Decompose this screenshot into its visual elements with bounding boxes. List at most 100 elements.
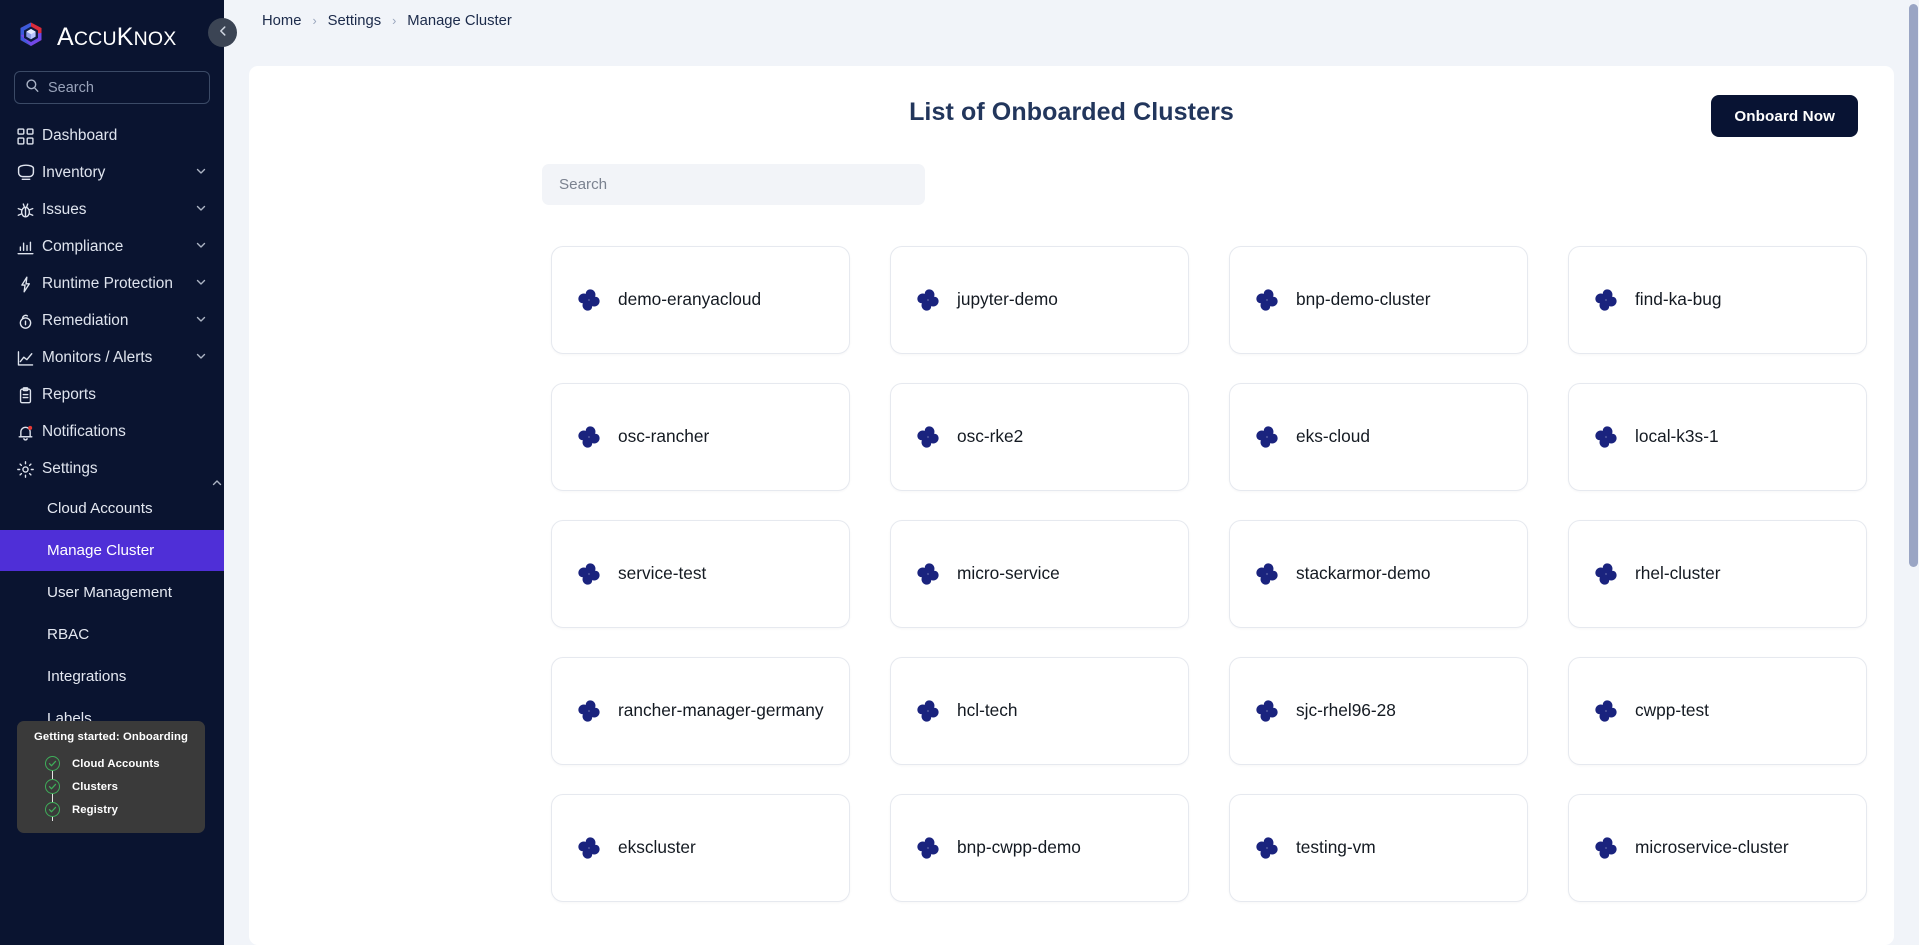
- breadcrumb-item-home[interactable]: Home: [262, 13, 301, 29]
- sidebar-subitem-rbac[interactable]: RBAC: [0, 614, 224, 655]
- line-chart-icon: [16, 349, 42, 368]
- cluster-card[interactable]: rhel-cluster: [1568, 520, 1867, 628]
- cluster-pinwheel-icon: [913, 696, 943, 726]
- breadcrumb-separator-icon: ›: [312, 13, 317, 28]
- sidebar-item-compliance[interactable]: Compliance: [0, 229, 224, 265]
- sidebar-item-label: Notifications: [42, 423, 126, 440]
- cluster-name: osc-rancher: [618, 426, 710, 447]
- cluster-card[interactable]: rancher-manager-germany: [551, 657, 850, 765]
- cluster-card[interactable]: micro-service: [890, 520, 1189, 628]
- sidebar-item-inventory[interactable]: Inventory: [0, 155, 224, 191]
- sidebar-item-issues[interactable]: Issues: [0, 192, 224, 228]
- sidebar-item-monitors-alerts[interactable]: Monitors / Alerts: [0, 340, 224, 376]
- page-scrollbar-thumb[interactable]: [1909, 4, 1918, 567]
- breadcrumb-item-settings[interactable]: Settings: [328, 13, 381, 29]
- chevron-down-icon[interactable]: [194, 238, 210, 257]
- brand[interactable]: ACCUKNOX: [0, 0, 224, 58]
- cluster-card[interactable]: microservice-cluster: [1568, 794, 1867, 902]
- sidebar-item-label: Remediation: [42, 312, 129, 329]
- cluster-card[interactable]: bnp-cwpp-demo: [890, 794, 1189, 902]
- check-circle-icon: [45, 779, 60, 794]
- cluster-pinwheel-icon: [913, 833, 943, 863]
- cluster-card[interactable]: find-ka-bug: [1568, 246, 1867, 354]
- page-scrollbar-track[interactable]: [1906, 0, 1919, 945]
- cluster-pinwheel-icon: [1591, 422, 1621, 452]
- cluster-name: testing-vm: [1296, 837, 1376, 858]
- inventory-monitor-icon: [16, 163, 42, 183]
- sidebar-item-remediation[interactable]: Remediation: [0, 303, 224, 339]
- sidebar-item-settings[interactable]: Settings: [0, 451, 224, 487]
- sidebar-subitem-user-management[interactable]: User Management: [0, 572, 224, 613]
- chevron-down-icon[interactable]: [194, 312, 210, 331]
- cluster-card[interactable]: osc-rke2: [890, 383, 1189, 491]
- cluster-card[interactable]: cwpp-test: [1568, 657, 1867, 765]
- cluster-name: hcl-tech: [957, 700, 1018, 721]
- cluster-card[interactable]: stackarmor-demo: [1229, 520, 1528, 628]
- cluster-pinwheel-icon: [1591, 285, 1621, 315]
- sidebar-subitem-label: Cloud Accounts: [47, 500, 153, 517]
- onboarding-step[interactable]: Registry: [45, 798, 205, 821]
- onboarding-step[interactable]: Cloud Accounts: [45, 752, 205, 775]
- cluster-card[interactable]: eks-cloud: [1229, 383, 1528, 491]
- panel-header: List of Onboarded Clusters Onboard Now: [249, 66, 1894, 158]
- cluster-pinwheel-icon: [1591, 696, 1621, 726]
- onboarding-step-label: Clusters: [72, 780, 119, 793]
- cluster-search-input[interactable]: [542, 164, 925, 205]
- onboarding-step[interactable]: Clusters: [45, 775, 205, 798]
- cluster-pinwheel-icon: [574, 559, 604, 589]
- sidebar-subitem-integrations[interactable]: Integrations: [0, 656, 224, 697]
- cluster-pinwheel-icon: [1591, 559, 1621, 589]
- main-area: Home › Settings › Manage Cluster List of Onb…: [224, 0, 1919, 945]
- cluster-pinwheel-icon: [1252, 559, 1282, 589]
- cluster-card[interactable]: hcl-tech: [890, 657, 1189, 765]
- sidebar-item-dashboard[interactable]: Dashboard: [0, 118, 224, 154]
- cluster-card[interactable]: jupyter-demo: [890, 246, 1189, 354]
- cluster-card[interactable]: ekscluster: [551, 794, 850, 902]
- cluster-pinwheel-icon: [574, 285, 604, 315]
- cluster-pinwheel-icon: [574, 696, 604, 726]
- sidebar-item-notifications[interactable]: Notifications: [0, 414, 224, 450]
- cluster-card[interactable]: local-k3s-1: [1568, 383, 1867, 491]
- search-input[interactable]: [48, 79, 199, 96]
- cluster-name: service-test: [618, 563, 707, 584]
- sidebar-collapse-button[interactable]: [208, 18, 237, 47]
- cluster-name: find-ka-bug: [1635, 289, 1722, 310]
- sidebar-item-label: Issues: [42, 201, 87, 218]
- cluster-card[interactable]: bnp-demo-cluster: [1229, 246, 1528, 354]
- cluster-card[interactable]: testing-vm: [1229, 794, 1528, 902]
- sidebar-item-runtime-protection[interactable]: Runtime Protection: [0, 266, 224, 302]
- cluster-card[interactable]: service-test: [551, 520, 850, 628]
- chevron-down-icon[interactable]: [194, 164, 210, 183]
- cluster-name: rhel-cluster: [1635, 563, 1721, 584]
- chevron-down-icon[interactable]: [194, 201, 210, 220]
- sidebar-search[interactable]: [14, 71, 210, 104]
- cluster-card[interactable]: sjc-rhel96-28: [1229, 657, 1528, 765]
- cluster-pinwheel-icon: [574, 422, 604, 452]
- cluster-name: local-k3s-1: [1635, 426, 1719, 447]
- cluster-name: microservice-cluster: [1635, 837, 1789, 858]
- accuknox-cube-logo-icon: [14, 20, 48, 54]
- cluster-pinwheel-icon: [1252, 422, 1282, 452]
- chevron-up-icon[interactable]: [194, 460, 222, 485]
- onboard-now-button[interactable]: Onboard Now: [1711, 95, 1858, 137]
- clipboard-icon: [16, 386, 42, 405]
- cluster-pinwheel-icon: [1591, 833, 1621, 863]
- cluster-card[interactable]: osc-rancher: [551, 383, 850, 491]
- search-icon: [25, 78, 40, 98]
- cluster-pinwheel-icon: [1252, 696, 1282, 726]
- chevron-down-icon[interactable]: [194, 349, 210, 368]
- cluster-name: jupyter-demo: [957, 289, 1058, 310]
- sidebar-subitem-cloud-accounts[interactable]: Cloud Accounts: [0, 488, 224, 529]
- sidebar-item-label: Reports: [42, 386, 96, 403]
- sidebar-item-label: Inventory: [42, 164, 106, 181]
- gear-icon: [16, 460, 42, 479]
- cluster-pinwheel-icon: [1252, 285, 1282, 315]
- check-circle-icon: [45, 802, 60, 817]
- sidebar-item-reports[interactable]: Reports: [0, 377, 224, 413]
- sidebar-nav: Dashboard Inventory Issues Compliance Run…: [0, 118, 224, 739]
- cluster-card[interactable]: demo-eranyacloud: [551, 246, 850, 354]
- cluster-name: cwpp-test: [1635, 700, 1709, 721]
- sidebar-subitem-manage-cluster[interactable]: Manage Cluster: [0, 530, 224, 571]
- chevron-down-icon[interactable]: [194, 275, 210, 294]
- cluster-name: bnp-cwpp-demo: [957, 837, 1081, 858]
